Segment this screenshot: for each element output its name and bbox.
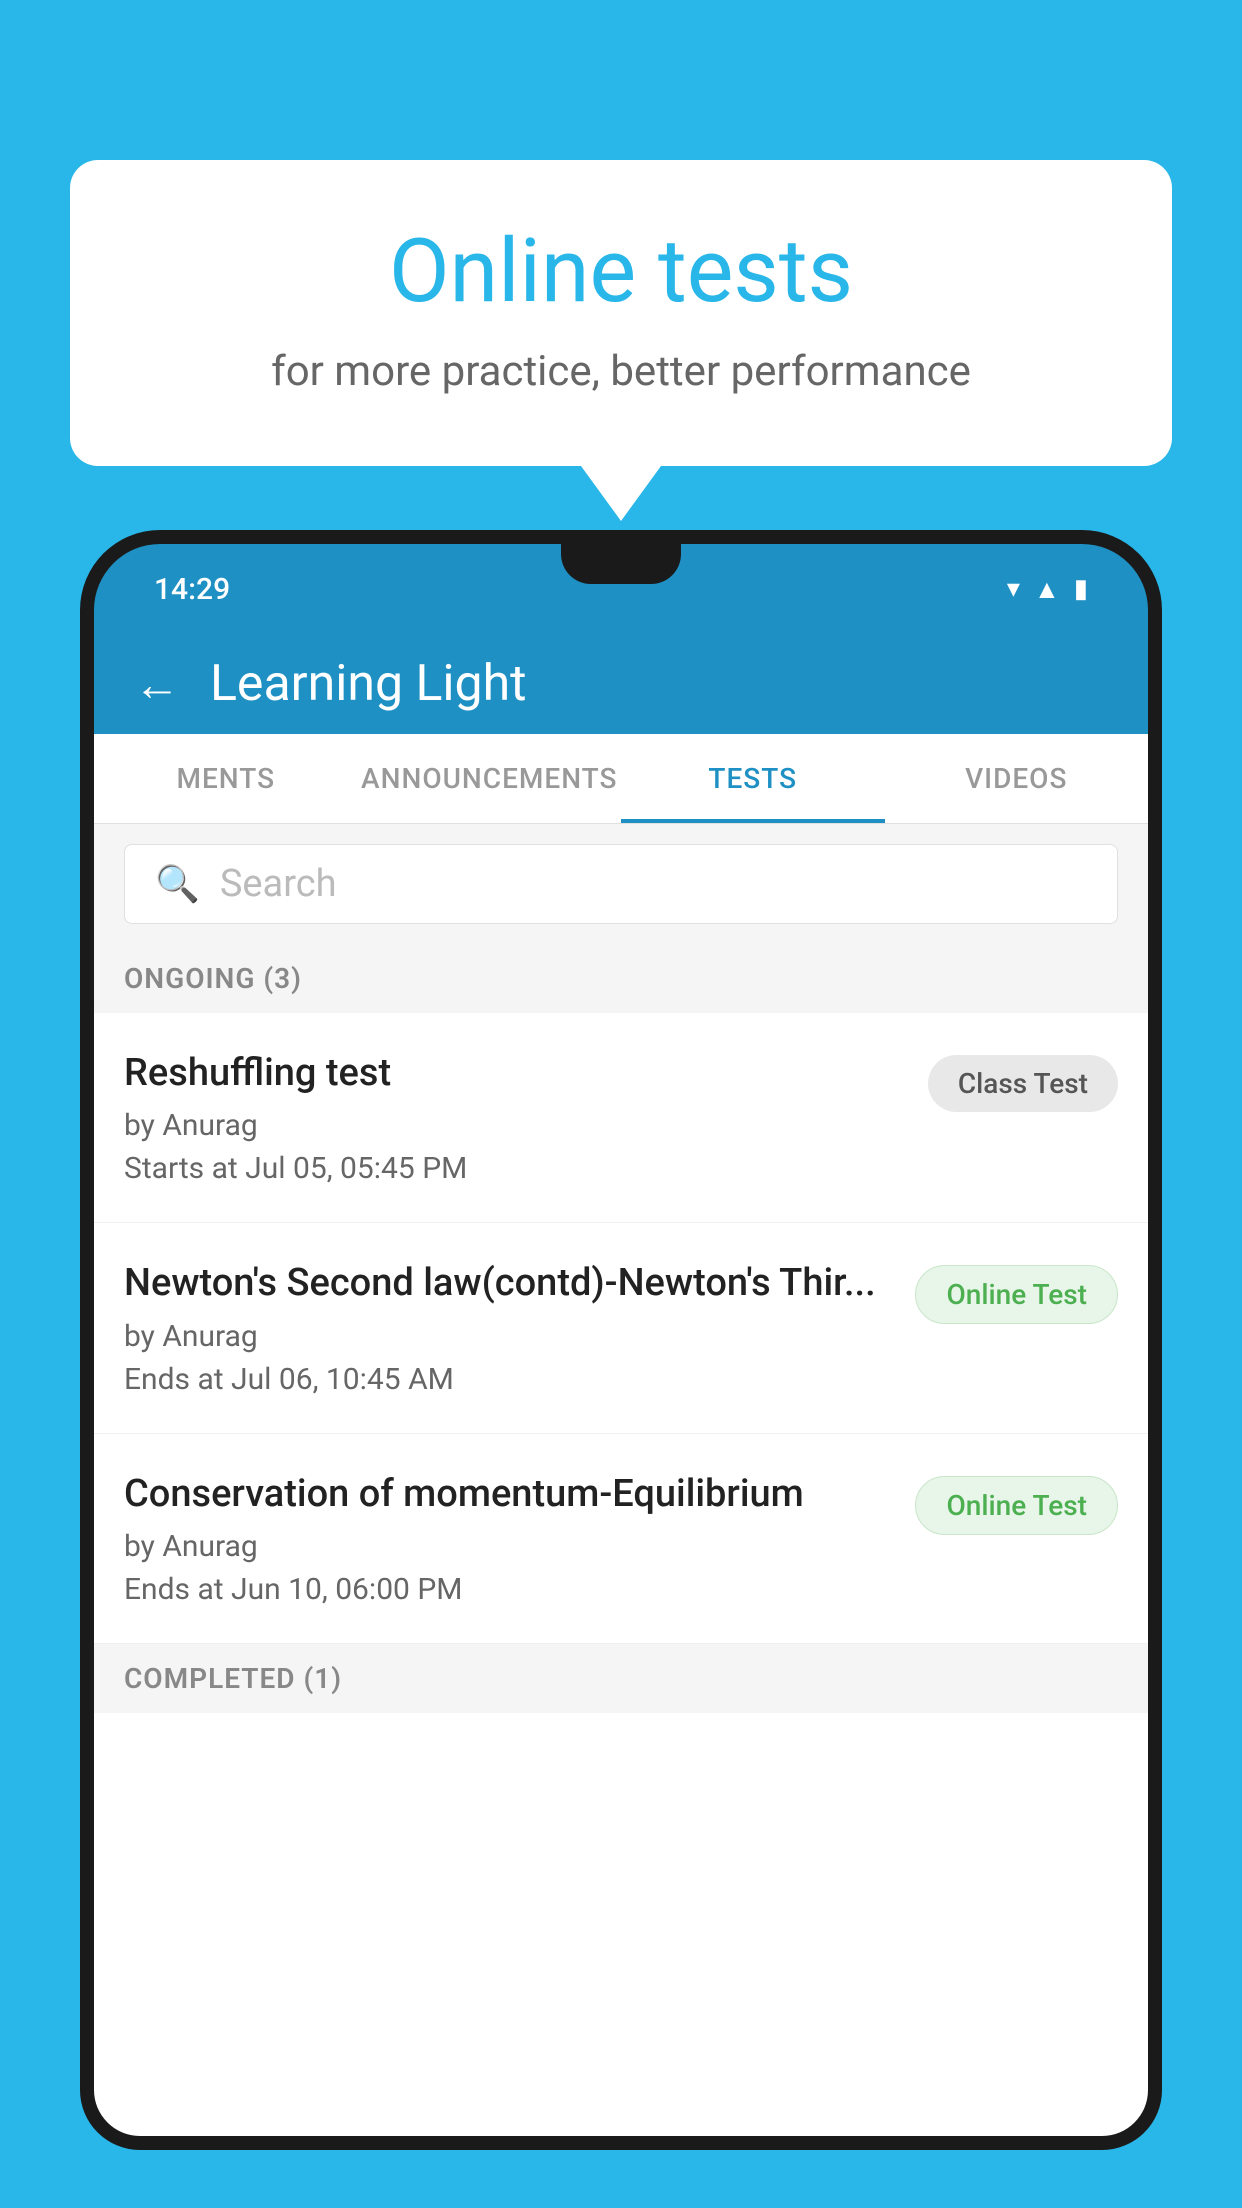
completed-section-label: COMPLETED (1): [94, 1644, 1148, 1713]
status-icons: ▾ ▲ ▮: [1007, 574, 1088, 605]
test-author-3: by Anurag: [124, 1529, 895, 1564]
test-date-2: Ends at Jul 06, 10:45 AM: [124, 1362, 895, 1397]
test-date-3: Ends at Jun 10, 06:00 PM: [124, 1572, 895, 1607]
status-time: 14:29: [154, 572, 230, 607]
phone-container: 14:29 ▾ ▲ ▮ ← Learning Light MENTS: [80, 530, 1162, 2208]
test-author-1: by Anurag: [124, 1108, 908, 1143]
tab-ments[interactable]: MENTS: [94, 734, 358, 823]
test-item-3[interactable]: Conservation of momentum-Equilibrium by …: [94, 1434, 1148, 1644]
speech-bubble: Online tests for more practice, better p…: [70, 160, 1172, 466]
test-info-1: Reshuffling test by Anurag Starts at Jul…: [124, 1049, 928, 1186]
tab-announcements[interactable]: ANNOUNCEMENTS: [358, 734, 622, 823]
ongoing-section-label: ONGOING (3): [94, 944, 1148, 1013]
test-info-3: Conservation of momentum-Equilibrium by …: [124, 1470, 915, 1607]
search-placeholder: Search: [220, 862, 337, 906]
status-bar: 14:29 ▾ ▲ ▮: [94, 544, 1148, 634]
speech-bubble-title: Online tests: [150, 220, 1092, 323]
search-bar[interactable]: 🔍 Search: [124, 844, 1118, 924]
speech-bubble-container: Online tests for more practice, better p…: [70, 160, 1172, 521]
battery-icon: ▮: [1074, 574, 1088, 604]
wifi-icon: ▾: [1007, 574, 1020, 604]
test-badge-2: Online Test: [915, 1265, 1118, 1324]
speech-bubble-subtitle: for more practice, better performance: [150, 347, 1092, 396]
phone-inner: 14:29 ▾ ▲ ▮ ← Learning Light MENTS: [94, 544, 1148, 2136]
tab-tests[interactable]: TESTS: [621, 734, 885, 823]
test-info-2: Newton's Second law(contd)-Newton's Thir…: [124, 1259, 915, 1396]
search-container: 🔍 Search: [94, 824, 1148, 944]
test-item[interactable]: Reshuffling test by Anurag Starts at Jul…: [94, 1013, 1148, 1223]
test-name-2: Newton's Second law(contd)-Newton's Thir…: [124, 1259, 895, 1308]
test-date-1: Starts at Jul 05, 05:45 PM: [124, 1151, 908, 1186]
search-icon: 🔍: [155, 863, 200, 905]
tab-videos[interactable]: VIDEOS: [885, 734, 1149, 823]
test-badge-1: Class Test: [928, 1055, 1118, 1112]
signal-icon: ▲: [1034, 574, 1060, 605]
tabs-container: MENTS ANNOUNCEMENTS TESTS VIDEOS: [94, 734, 1148, 824]
app-header: ← Learning Light: [94, 634, 1148, 734]
test-name-1: Reshuffling test: [124, 1049, 908, 1098]
speech-bubble-arrow: [581, 466, 661, 521]
test-badge-3: Online Test: [915, 1476, 1118, 1535]
app-title: Learning Light: [210, 655, 527, 713]
test-author-2: by Anurag: [124, 1319, 895, 1354]
test-list: Reshuffling test by Anurag Starts at Jul…: [94, 1013, 1148, 1644]
phone-notch: [561, 544, 681, 584]
test-item-2[interactable]: Newton's Second law(contd)-Newton's Thir…: [94, 1223, 1148, 1433]
phone-frame: 14:29 ▾ ▲ ▮ ← Learning Light MENTS: [80, 530, 1162, 2150]
back-button[interactable]: ←: [134, 657, 180, 712]
phone-screen: MENTS ANNOUNCEMENTS TESTS VIDEOS 🔍: [94, 734, 1148, 2136]
test-name-3: Conservation of momentum-Equilibrium: [124, 1470, 895, 1519]
